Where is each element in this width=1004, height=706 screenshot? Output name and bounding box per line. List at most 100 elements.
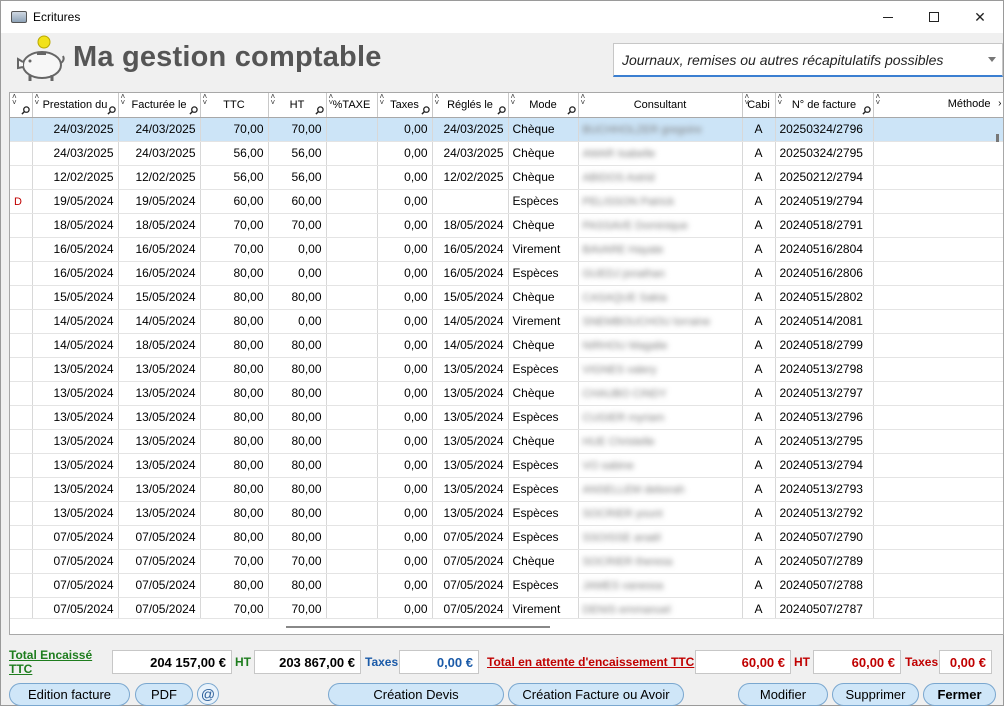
col-consultant-header[interactable]: ˄ ˅ Consultant — [578, 93, 743, 118]
cell-taxe_pct — [326, 405, 378, 430]
cell-ttc: 80,00 — [200, 429, 269, 454]
col-taxe-pct-header[interactable]: ˄ ˅ %TAXE — [326, 93, 378, 118]
table-row[interactable]: 13/05/2024 13/05/2024 80,00 80,00 0,00 13/05/… — [10, 429, 1003, 454]
table-row[interactable]: D 19/05/2024 19/05/2024 60,00 60,00 0,00 Espèc… — [10, 189, 1003, 214]
col-flag-header[interactable]: ˄ ˅ — [10, 93, 33, 118]
table-row[interactable]: 16/05/2024 16/05/2024 70,00 0,00 0,00 16/05/2… — [10, 237, 1003, 262]
maximize-button[interactable] — [911, 1, 957, 33]
cell-regles: 14/05/2024 — [432, 309, 509, 334]
journal-select[interactable]: Journaux, remises ou autres récapitulati… — [613, 43, 1003, 77]
table-row[interactable]: 14/05/2024 18/05/2024 80,00 80,00 0,00 14/05/… — [10, 333, 1003, 358]
cell-mode: Chèque — [508, 333, 579, 358]
cell-taxe_pct — [326, 261, 378, 286]
col-facture-header[interactable]: ˄ ˅ N° de facture — [775, 93, 874, 118]
table-row[interactable]: 13/05/2024 13/05/2024 80,00 80,00 0,00 13/05/… — [10, 357, 1003, 382]
table-row[interactable]: 24/03/2025 24/03/2025 56,00 56,00 0,00 24/03/… — [10, 141, 1003, 166]
entries-table[interactable]: ˄ ˅ ˄ ˅ Prestation du ˄ ˅ Facturée le ˄ ˅ TTC ˄ ˅ HT ˄… — [9, 92, 1004, 635]
cell-consultant: HUE Christelle — [578, 429, 743, 454]
cell-flag — [10, 549, 33, 574]
modifier-button[interactable]: Modifier — [738, 683, 828, 706]
search-icon[interactable] — [106, 105, 116, 115]
table-row[interactable]: 07/05/2024 07/05/2024 70,00 70,00 0,00 07/05/… — [10, 549, 1003, 574]
sort-arrows-icon: ˄ ˅ — [34, 93, 40, 107]
horizontal-scroll-thumb[interactable] — [286, 626, 550, 628]
cell-flag — [10, 381, 33, 406]
table-row[interactable]: 15/05/2024 15/05/2024 80,00 80,00 0,00 15/05/… — [10, 285, 1003, 310]
cell-mode: Espèces — [508, 525, 579, 550]
search-icon[interactable] — [566, 105, 576, 115]
search-icon[interactable] — [861, 105, 871, 115]
cell-mode: Chèque — [508, 381, 579, 406]
table-row[interactable]: 07/05/2024 07/05/2024 80,00 80,00 0,00 07/05/… — [10, 573, 1003, 598]
search-icon[interactable] — [314, 105, 324, 115]
creation-devis-button[interactable]: Création Devis — [328, 683, 504, 706]
table-row[interactable]: 13/05/2024 13/05/2024 80,00 80,00 0,00 13/05/… — [10, 453, 1003, 478]
cell-taxes: 0,00 — [377, 429, 433, 454]
cell-taxe_pct — [326, 501, 378, 526]
cell-prestation: 24/03/2025 — [32, 141, 119, 166]
col-taxes-header[interactable]: ˄ ˅ Taxes — [377, 93, 433, 118]
cell-regles: 15/05/2024 — [432, 285, 509, 310]
creation-facture-avoir-button[interactable]: Création Facture ou Avoir — [508, 683, 684, 706]
supprimer-button[interactable]: Supprimer — [832, 683, 919, 706]
total-ht-label: HT — [235, 655, 251, 669]
close-button[interactable]: ✕ — [957, 1, 1003, 33]
search-icon[interactable] — [496, 105, 506, 115]
search-icon[interactable] — [188, 105, 198, 115]
cell-prestation: 12/02/2025 — [32, 165, 119, 190]
col-mode-header[interactable]: ˄ ˅ Mode — [508, 93, 579, 118]
cell-methode — [873, 549, 1003, 574]
cell-regles: 13/05/2024 — [432, 357, 509, 382]
fermer-button[interactable]: Fermer — [923, 683, 996, 706]
horizontal-scrollbar[interactable] — [10, 618, 1003, 634]
col-regles-header[interactable]: ˄ ˅ Réglés le — [432, 93, 509, 118]
cell-cabi: A — [742, 573, 776, 598]
table-row[interactable]: 07/05/2024 07/05/2024 80,00 80,00 0,00 07/05/… — [10, 525, 1003, 550]
col-ht-header[interactable]: ˄ ˅ HT — [268, 93, 327, 118]
cell-regles: 13/05/2024 — [432, 405, 509, 430]
search-icon[interactable] — [20, 105, 30, 115]
cell-facture: 20240513/2798 — [775, 357, 874, 382]
table-row[interactable]: 24/03/2025 24/03/2025 70,00 70,00 0,00 24/03/… — [10, 117, 1003, 142]
attente-label: Total en attente d'encaissement TTC — [487, 655, 695, 669]
cell-facture: 20240516/2804 — [775, 237, 874, 262]
table-row[interactable]: 18/05/2024 18/05/2024 70,00 70,00 0,00 18/05/… — [10, 213, 1003, 238]
chevron-right-icon[interactable]: › — [998, 98, 1001, 109]
email-button[interactable]: @ — [197, 683, 219, 705]
edition-facture-button[interactable]: Edition facture — [9, 683, 130, 706]
cell-flag — [10, 237, 33, 262]
vertical-scrollbar[interactable] — [991, 118, 1003, 618]
cell-taxes: 0,00 — [377, 213, 433, 238]
table-row[interactable]: 13/05/2024 13/05/2024 80,00 80,00 0,00 13/05/… — [10, 501, 1003, 526]
search-icon[interactable] — [420, 105, 430, 115]
cell-cabi: A — [742, 405, 776, 430]
sort-arrows-icon: ˄ ˅ — [875, 93, 881, 107]
table-row[interactable]: 13/05/2024 13/05/2024 80,00 80,00 0,00 13/05/… — [10, 381, 1003, 406]
table-row[interactable]: 13/05/2024 13/05/2024 80,00 80,00 0,00 13/05/… — [10, 405, 1003, 430]
cell-methode — [873, 381, 1003, 406]
minimize-icon — [883, 16, 893, 18]
cell-taxes: 0,00 — [377, 573, 433, 598]
cell-methode — [873, 237, 1003, 262]
pdf-button[interactable]: PDF — [135, 683, 193, 706]
col-cabi-header[interactable]: ˄ ˅ Cabi — [742, 93, 776, 118]
sort-arrows-icon: ˄ ˅ — [580, 93, 586, 107]
minimize-button[interactable] — [865, 1, 911, 33]
cell-taxe_pct — [326, 549, 378, 574]
cell-facture: 20250324/2796 — [775, 117, 874, 142]
cell-facture: 20240513/2794 — [775, 453, 874, 478]
table-row[interactable]: 16/05/2024 16/05/2024 80,00 0,00 0,00 16/05/2… — [10, 261, 1003, 286]
cell-ht: 80,00 — [268, 453, 327, 478]
cell-ht: 80,00 — [268, 405, 327, 430]
col-methode-header[interactable]: ˄ ˅ Méthode › — [873, 93, 1003, 118]
col-ttc-header[interactable]: ˄ ˅ TTC — [200, 93, 269, 118]
table-row[interactable]: 13/05/2024 13/05/2024 80,00 80,00 0,00 13/05/… — [10, 477, 1003, 502]
col-prestation-header[interactable]: ˄ ˅ Prestation du — [32, 93, 119, 118]
vertical-scroll-thumb[interactable] — [996, 134, 999, 142]
table-row[interactable]: 12/02/2025 12/02/2025 56,00 56,00 0,00 12/02/… — [10, 165, 1003, 190]
cell-taxe_pct — [326, 357, 378, 382]
table-row[interactable]: 14/05/2024 14/05/2024 80,00 0,00 0,00 14/05/2… — [10, 309, 1003, 334]
col-facturee-header[interactable]: ˄ ˅ Facturée le — [118, 93, 201, 118]
cell-cabi: A — [742, 429, 776, 454]
cell-methode — [873, 261, 1003, 286]
